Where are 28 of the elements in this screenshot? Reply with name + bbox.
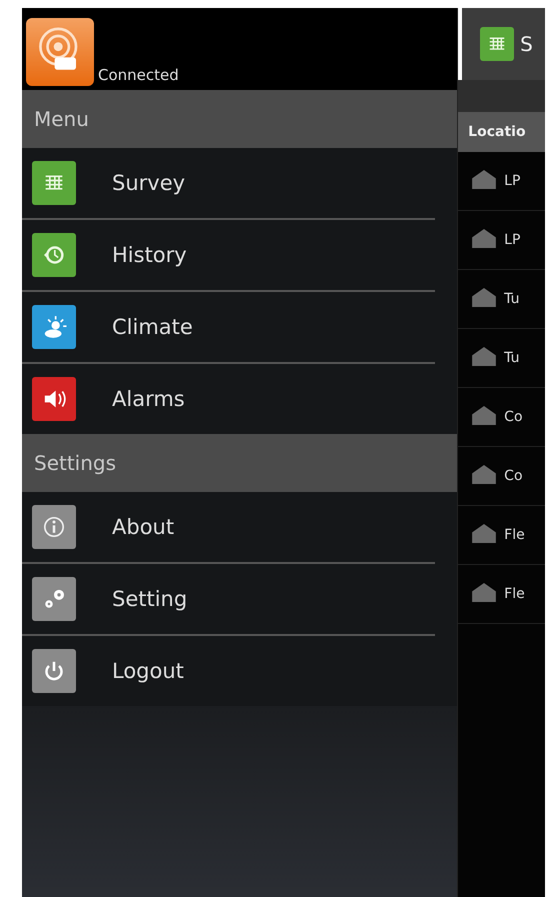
- location-row[interactable]: Co: [458, 388, 545, 447]
- connection-status: Connected: [98, 66, 179, 84]
- menu-item[interactable]: Alarms: [22, 364, 458, 434]
- location-row[interactable]: LP: [458, 152, 545, 211]
- section-header: Menu: [22, 90, 458, 148]
- power-icon: [32, 649, 76, 693]
- column-header: Locatio: [458, 112, 545, 152]
- sun-cloud-icon: [32, 305, 76, 349]
- menu-item[interactable]: Survey: [22, 148, 458, 218]
- menu-item[interactable]: About: [22, 492, 458, 562]
- menu-item[interactable]: Logout: [22, 636, 458, 706]
- menu-item[interactable]: Climate: [22, 292, 458, 362]
- grid-icon: [32, 161, 76, 205]
- location-row[interactable]: Fle: [458, 565, 545, 624]
- clock-icon: [32, 233, 76, 277]
- grid-icon: [480, 27, 514, 61]
- location-row[interactable]: LP: [458, 211, 545, 270]
- location-row[interactable]: Tu: [458, 329, 545, 388]
- location-row[interactable]: Fle: [458, 506, 545, 565]
- info-icon: [32, 505, 76, 549]
- menu-item[interactable]: Setting: [22, 564, 458, 634]
- speaker-icon: [32, 377, 76, 421]
- location-row[interactable]: Co: [458, 447, 545, 506]
- location-row[interactable]: Tu: [458, 270, 545, 329]
- section-header: Settings: [22, 434, 458, 492]
- screen-title: S: [520, 32, 533, 56]
- menu-item[interactable]: History: [22, 220, 458, 290]
- signal-logo-icon: [26, 18, 94, 86]
